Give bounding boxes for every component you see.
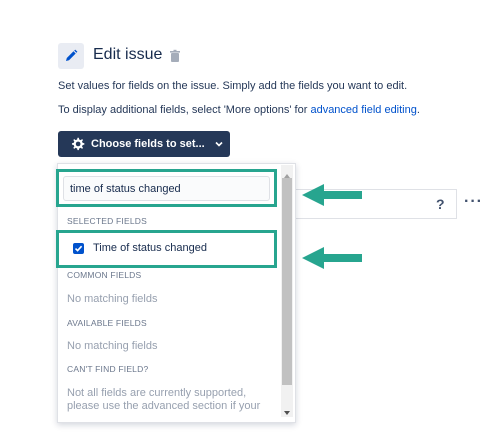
arrow-left-icon [302,247,362,269]
common-fields-empty: No matching fields [67,293,158,305]
trash-icon[interactable] [168,49,182,63]
choose-fields-label: Choose fields to set... [91,138,205,150]
scroll-up-icon[interactable] [283,167,291,178]
available-fields-empty: No matching fields [67,340,158,352]
help-icon[interactable]: ? [436,196,445,212]
advanced-field-editing-link[interactable]: advanced field editing [310,104,416,116]
description-suffix: . [416,104,420,116]
common-fields-heading: COMMON FIELDS [67,270,142,280]
scroll-down-icon[interactable] [283,404,291,415]
description-prefix: To display additional fields, select 'Mo… [58,104,311,116]
available-fields-heading: AVAILABLE FIELDS [67,318,147,328]
search-highlight-outline [56,169,277,207]
gear-icon [70,137,85,152]
pencil-icon [58,43,84,69]
chevron-down-icon [214,139,224,149]
cant-find-field-heading: CAN'T FIND FIELD? [67,364,149,374]
arrow-left-icon [302,184,362,206]
selected-fields-heading: SELECTED FIELDS [67,216,147,226]
dropdown-scrollbar-thumb[interactable] [282,178,292,385]
description-line-1: Set values for fields on the issue. Simp… [58,80,408,92]
more-options-icon[interactable]: ··· [464,193,483,211]
cant-find-note-line-2: please use the advanced section if your [67,400,261,412]
description-line-2: To display additional fields, select 'Mo… [58,104,420,116]
page-title: Edit issue [93,46,163,63]
choose-fields-button[interactable]: Choose fields to set... [58,131,230,157]
item-highlight-outline [56,230,277,268]
cant-find-note-line-1: Not all fields are currently supported, [67,387,247,399]
